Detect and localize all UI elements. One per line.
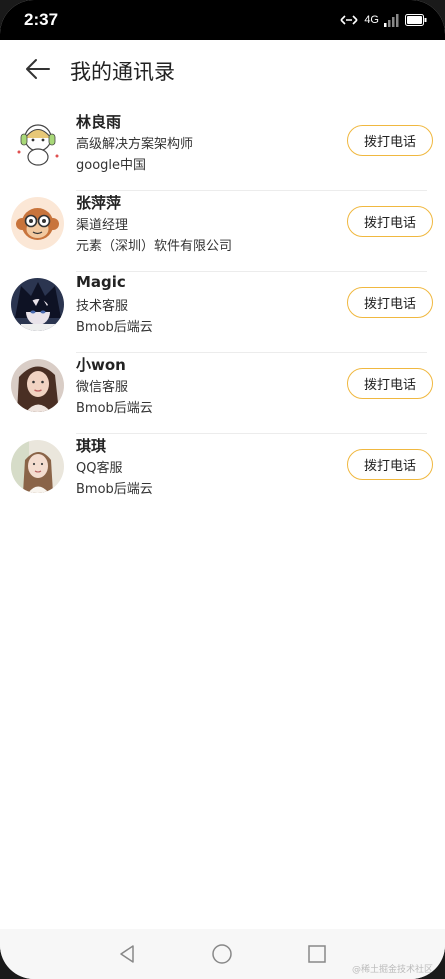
nav-home-button[interactable] <box>209 941 235 967</box>
contact-title: 渠道经理 <box>76 218 129 233</box>
avatar <box>11 440 64 493</box>
contact-company: Bmob后端云 <box>76 401 153 416</box>
avatar <box>11 359 64 412</box>
call-button[interactable]: 拨打电话 <box>347 449 433 480</box>
network-label: 4G <box>364 14 379 26</box>
contact-name: 琪琪 <box>76 437 107 455</box>
nav-recent-button[interactable] <box>304 941 330 967</box>
contact-name: 张萍萍 <box>76 194 122 212</box>
call-button[interactable]: 拨打电话 <box>347 368 433 399</box>
arrow-left-icon <box>26 59 50 79</box>
main-content: 我的通讯录 林良雨 高级解决方案架构师 google中国 拨打电话 张萍萍 渠道… <box>0 40 445 930</box>
call-button[interactable]: 拨打电话 <box>347 125 433 156</box>
woman-portrait-avatar-icon <box>11 359 64 412</box>
watermark: @稀土掘金技术社区 <box>351 965 433 975</box>
nav-back-button[interactable] <box>114 941 140 967</box>
avatar <box>11 197 64 250</box>
contact-name: Magic <box>76 273 126 291</box>
contact-row: 林良雨 高级解决方案架构师 google中国 拨打电话 <box>0 110 445 191</box>
contact-title: 高级解决方案架构师 <box>76 137 194 152</box>
contact-row: 琪琪 QQ客服 Bmob后端云 拨打电话 <box>0 434 445 515</box>
status-time: 2:37 <box>24 10 59 29</box>
contact-company: Bmob后端云 <box>76 482 153 497</box>
contact-list: 林良雨 高级解决方案架构师 google中国 拨打电话 张萍萍 渠道经理 元素（… <box>0 110 445 515</box>
status-icons: 4G <box>339 11 427 29</box>
contact-name: 林良雨 <box>76 113 122 131</box>
system-nav-bar: @稀土掘金技术社区 <box>0 929 445 979</box>
contact-name: 小won <box>76 356 126 374</box>
contact-row: Magic 技术客服 Bmob后端云 拨打电话 <box>0 272 445 353</box>
back-button[interactable] <box>20 53 56 85</box>
signal-icon <box>384 14 399 27</box>
avatar <box>11 116 64 169</box>
contact-title: 微信客服 <box>76 380 129 395</box>
recent-square-icon <box>308 945 326 963</box>
call-button[interactable]: 拨打电话 <box>347 206 433 237</box>
nfc-icon <box>340 15 358 25</box>
contact-row: 张萍萍 渠道经理 元素（深圳）软件有限公司 拨打电话 <box>0 191 445 272</box>
home-circle-icon <box>212 944 232 964</box>
cartoon-bear-avatar-icon <box>11 116 64 169</box>
contact-title: 技术客服 <box>76 299 129 314</box>
phone-screen: 2:37 4G 我的通讯录 林良雨 高级解决方案架构师 google中国 拨打电… <box>0 0 445 979</box>
contact-row: 小won 微信客服 Bmob后端云 拨打电话 <box>0 353 445 434</box>
anime-boy-avatar-icon <box>11 278 64 331</box>
avatar <box>11 278 64 331</box>
contact-company: google中国 <box>76 158 147 173</box>
contact-title: QQ客服 <box>76 461 123 476</box>
page-title: 我的通讯录 <box>70 60 175 84</box>
contact-company: Bmob后端云 <box>76 320 153 335</box>
app-bar: 我的通讯录 <box>0 40 445 98</box>
status-bar: 2:37 4G <box>0 0 445 40</box>
cartoon-monkey-avatar-icon <box>11 197 64 250</box>
back-triangle-icon <box>120 945 134 963</box>
woman-portrait-light-avatar-icon <box>11 440 64 493</box>
call-button[interactable]: 拨打电话 <box>347 287 433 318</box>
battery-icon <box>405 14 427 26</box>
contact-company: 元素（深圳）软件有限公司 <box>76 239 233 254</box>
